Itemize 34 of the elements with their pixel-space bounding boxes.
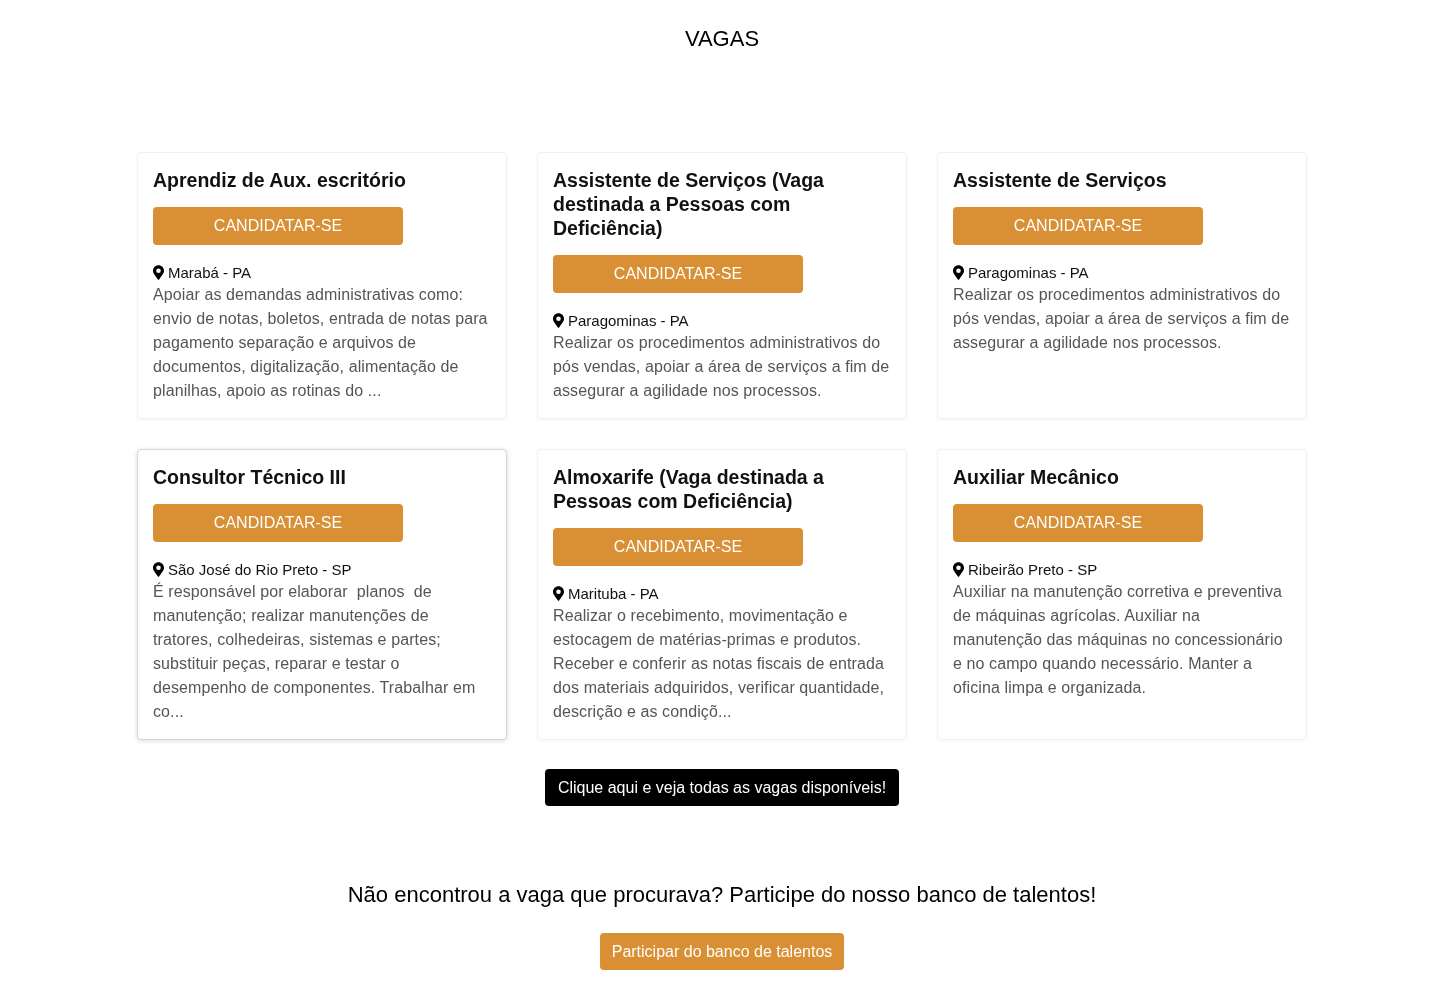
job-description: Apoiar as demandas administrativas como: envio de notas, boletos, entrada de notas para pagamento separação e arquivos de documentos, digitalização, alimentação de planilhas, apoio as rotinas do ... (153, 285, 489, 401)
job-location: Ribeirão Preto - SP (968, 560, 1098, 578)
job-title: Assistente de Serviços (953, 168, 1168, 192)
map-pin-icon (153, 561, 164, 577)
job-description: É responsável por elaborar planos de manutenção; realizar manutenções de tratores, colhedeiras, sistemas e partes; substituir peças, reparar e testar o desempenho de componentes. Trabalhar em co... (153, 581, 477, 722)
apply-button[interactable]: CANDIDATAR-SE (953, 207, 1203, 245)
job-title: Aprendiz de Aux. escritório (153, 168, 407, 192)
map-pin-icon (953, 264, 964, 280)
map-pin-icon (953, 561, 964, 577)
talent-pool-button[interactable]: Participar do banco de talentos (599, 933, 845, 970)
job-description: Realizar os procedimentos administrativos do pós vendas, apoiar a área de serviços a fim de assegurar a agilidade nos processos. (953, 285, 1291, 353)
job-location: Marabá - PA (168, 263, 252, 281)
apply-button[interactable]: CANDIDATAR-SE (953, 504, 1203, 542)
all-jobs-button[interactable]: Clique aqui e veja todas as vagas disponíveis! (544, 769, 900, 806)
job-description: Realizar os procedimentos administrativos do pós vendas, apoiar a área de serviços a fim de assegurar a agilidade nos processos. (553, 333, 891, 401)
job-title: Assistente de Serviços (Vaga destinada a Pessoas com Deficiência) (553, 168, 825, 240)
talent-pool-prompt: Não encontrou a vaga que procurava? Participe do nosso banco de talentos! (347, 881, 1097, 909)
apply-button[interactable]: CANDIDATAR-SE (153, 207, 403, 245)
job-title: Auxiliar Mecânico (953, 465, 1120, 489)
map-pin-icon (153, 264, 164, 280)
map-pin-icon (553, 585, 564, 601)
job-location: São José do Rio Preto - SP (168, 560, 352, 578)
apply-button[interactable]: CANDIDATAR-SE (553, 255, 803, 293)
job-description: Realizar o recebimento, movimentação e estocagem de matérias-primas e produtos. Receber e conferir as notas fiscais de entrada dos materiais adquiridos, verificar quantidade, descrição e as condiçõ... (553, 606, 886, 722)
page-title: VAGAS (684, 25, 760, 53)
apply-button[interactable]: CANDIDATAR-SE (553, 528, 803, 566)
apply-button[interactable]: CANDIDATAR-SE (153, 504, 403, 542)
job-location: Paragominas - PA (568, 311, 689, 329)
job-location: Paragominas - PA (968, 263, 1089, 281)
job-location: Marituba - PA (568, 584, 659, 602)
map-pin-icon (553, 312, 564, 328)
job-title: Consultor Técnico III (153, 465, 347, 489)
job-description: Auxiliar na manutenção corretiva e preventiva de máquinas agrícolas. Auxiliar na manutenção das máquinas no concessionário e no campo quando necessário. Manter a oficina limpa e organizada. (953, 582, 1284, 698)
job-title: Almoxarife (Vaga destinada a Pessoas com Deficiência) (553, 465, 825, 513)
